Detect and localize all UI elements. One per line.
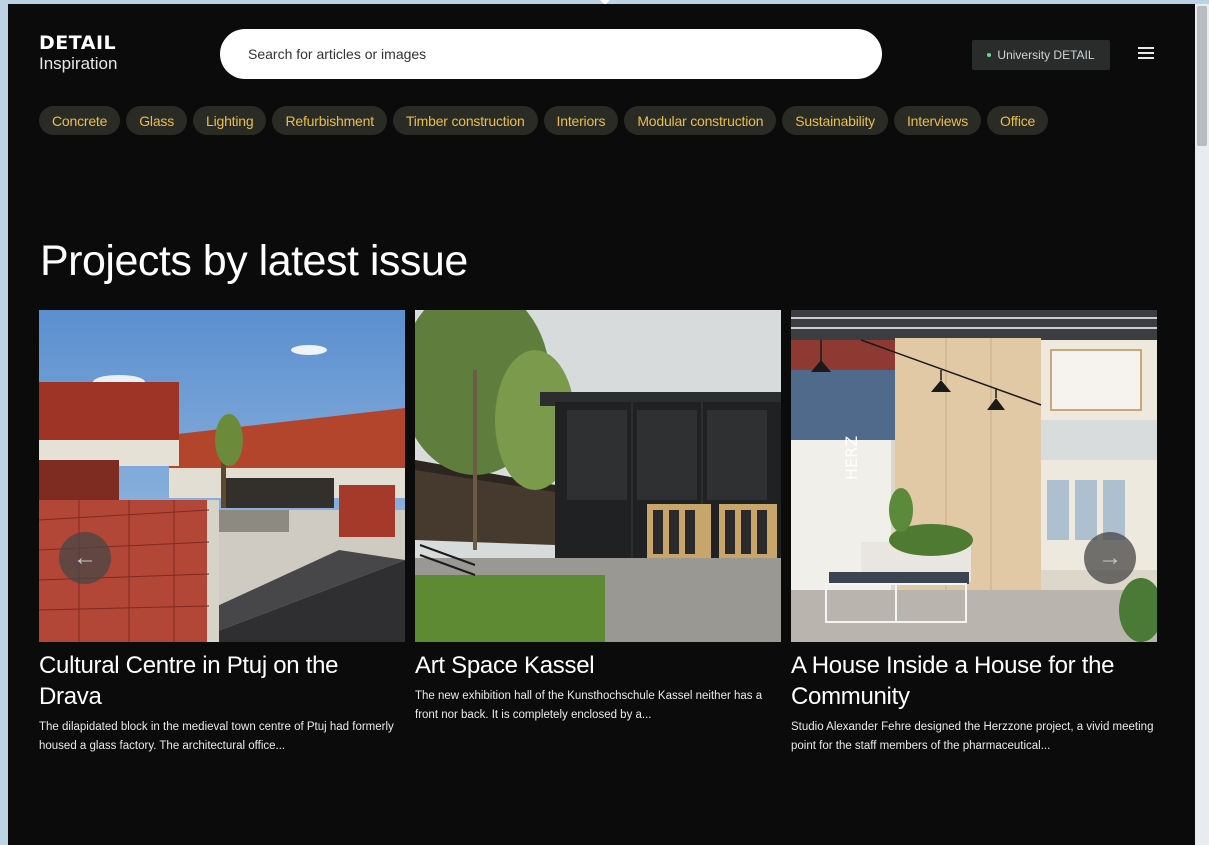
category-tags: Concrete Glass Lighting Refurbishment Ti… (39, 106, 1049, 135)
project-title-ptuj[interactable]: Cultural Centre in Ptuj on the Drava (39, 650, 405, 712)
brand-logo[interactable]: DETAIL Inspiration (39, 32, 118, 73)
carousel-next-button[interactable]: → (1084, 532, 1136, 584)
tag-refurbishment[interactable]: Refurbishment (272, 106, 387, 135)
project-card-kassel[interactable]: Art Space Kassel The new exhibition hall… (415, 310, 781, 725)
tag-office[interactable]: Office (987, 106, 1049, 135)
status-dot-icon (987, 53, 992, 57)
browser-viewport: DETAIL Inspiration University DETAIL Con… (8, 4, 1195, 845)
project-image-ptuj[interactable] (39, 310, 405, 642)
tag-interiors[interactable]: Interiors (543, 106, 619, 135)
tag-interviews[interactable]: Interviews (893, 106, 982, 135)
section-title: Projects by latest issue (40, 237, 468, 285)
university-detail-button[interactable]: University DETAIL (972, 40, 1110, 70)
carousel-prev-button[interactable]: ← (59, 532, 111, 584)
search-input[interactable] (220, 29, 882, 79)
project-excerpt-kassel: The new exhibition hall of the Kunsthoch… (415, 690, 763, 721)
arrow-right-icon: → (1098, 544, 1122, 571)
tag-lighting[interactable]: Lighting (193, 106, 267, 135)
university-detail-label: University DETAIL (997, 48, 1095, 62)
project-image-kassel[interactable] (415, 310, 781, 642)
tag-sustainability[interactable]: Sustainability (782, 106, 888, 135)
brand-logo-detail: DETAIL (39, 32, 117, 54)
arrow-left-icon: ← (73, 544, 97, 571)
scrollbar-thumb[interactable] (1197, 6, 1207, 146)
tag-modular-construction[interactable]: Modular construction (624, 106, 777, 135)
brand-logo-inspiration: Inspiration (39, 54, 118, 73)
project-title-herzzone[interactable]: A House Inside a House for the Community (791, 650, 1157, 712)
page-scrollbar[interactable] (1195, 4, 1209, 845)
project-title-kassel[interactable]: Art Space Kassel (415, 650, 781, 681)
project-excerpt-herzzone: Studio Alexander Fehre designed the Herz… (791, 721, 1154, 752)
hamburger-menu-icon[interactable] (1135, 44, 1157, 62)
svg-text:HERZ: HERZ (842, 436, 861, 480)
tag-concrete[interactable]: Concrete (39, 106, 121, 135)
project-excerpt-ptuj: The dilapidated block in the medieval to… (39, 721, 394, 752)
tag-timber-construction[interactable]: Timber construction (392, 106, 538, 135)
project-image-herzzone[interactable]: HERZ (791, 310, 1157, 642)
tag-glass[interactable]: Glass (126, 106, 188, 135)
